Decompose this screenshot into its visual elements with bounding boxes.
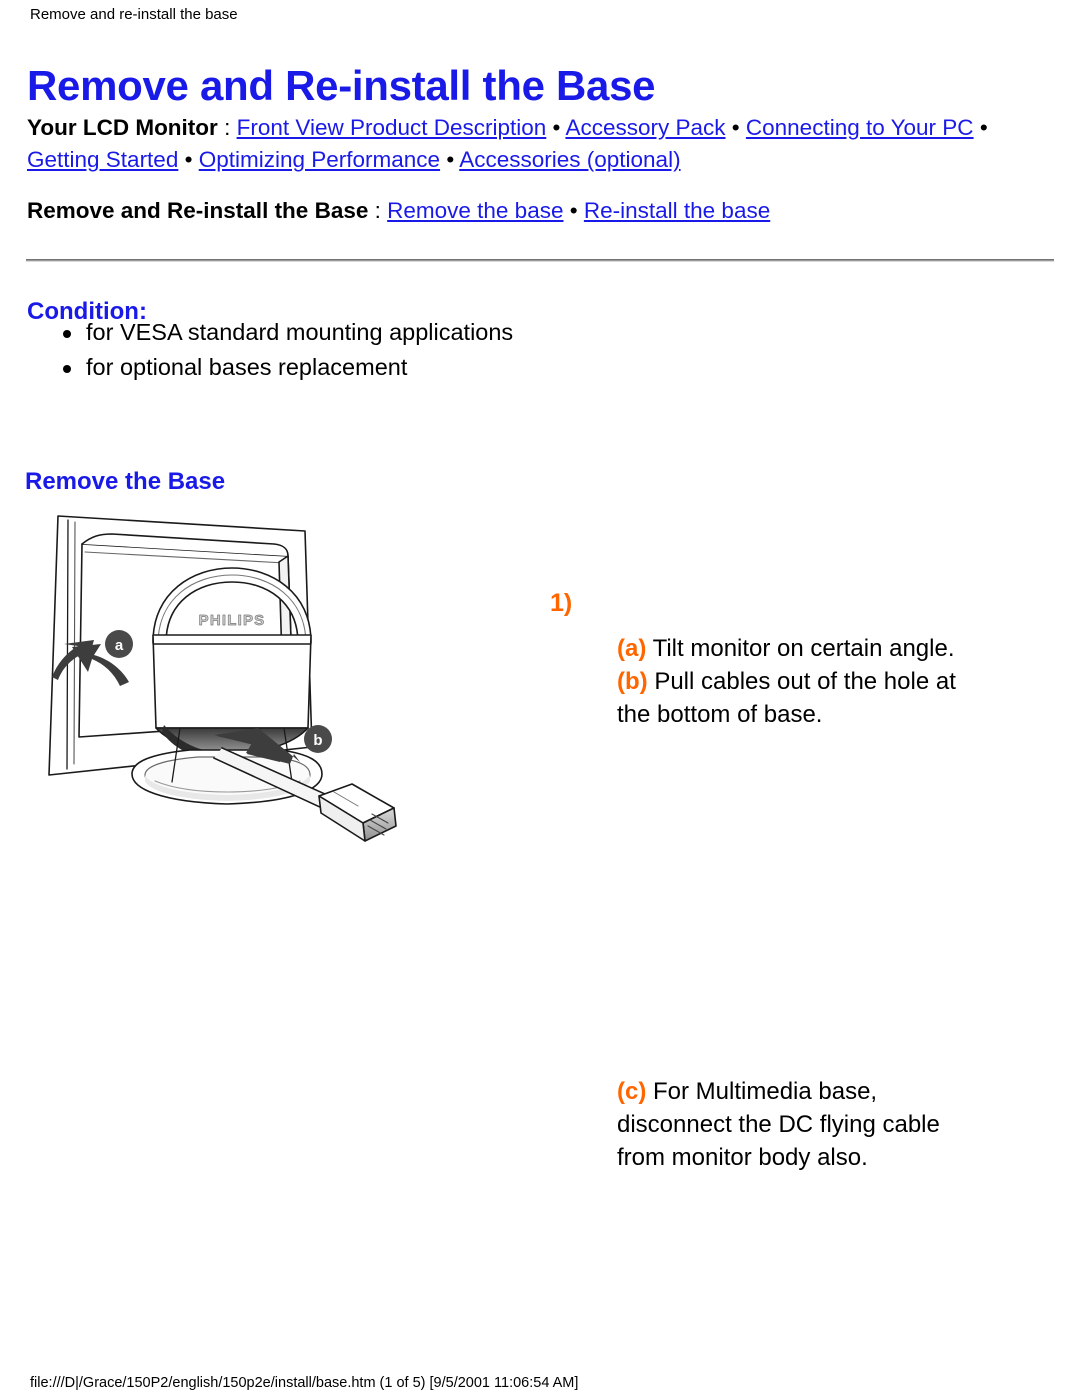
link-accessories-optional[interactable]: Accessories (optional) bbox=[459, 147, 680, 172]
breadcrumb-sep-1: • bbox=[546, 115, 566, 140]
horizontal-divider bbox=[26, 259, 1054, 262]
instruction-block-1: (a) Tilt monitor on certain angle. (b) P… bbox=[617, 632, 967, 731]
breadcrumb-base-label: Remove and Re-install the Base bbox=[27, 198, 369, 223]
list-item: for optional bases replacement bbox=[62, 351, 513, 384]
breadcrumb-sep-2: • bbox=[725, 115, 746, 140]
breadcrumb-sep-4: • bbox=[178, 147, 199, 172]
page-title: Remove and Re-install the Base bbox=[27, 62, 656, 110]
callout-b-badge: b bbox=[304, 725, 332, 753]
callout-a-badge: a bbox=[105, 630, 133, 658]
breadcrumb-sep-5: • bbox=[440, 147, 460, 172]
breadcrumb-base-colon: : bbox=[368, 198, 388, 223]
breadcrumb-monitor-label: Your LCD Monitor bbox=[27, 115, 218, 140]
link-remove-the-base[interactable]: Remove the base bbox=[387, 198, 563, 223]
step-number: 1) bbox=[550, 589, 573, 617]
link-getting-started[interactable]: Getting Started bbox=[27, 147, 178, 172]
condition-list: for VESA standard mounting applications … bbox=[62, 316, 513, 386]
step-c-text: For Multimedia base, disconnect the DC f… bbox=[617, 1078, 940, 1171]
breadcrumb-base-sep-1: • bbox=[563, 198, 584, 223]
step-b-text: Pull cables out of the hole at the botto… bbox=[617, 668, 956, 728]
step-a-label: (a) bbox=[617, 635, 647, 662]
link-front-view-product-description[interactable]: Front View Product Description bbox=[237, 115, 547, 140]
breadcrumb-colon: : bbox=[217, 115, 237, 140]
breadcrumb-monitor: Your LCD Monitor : Front View Product De… bbox=[27, 112, 1039, 176]
link-accessory-pack[interactable]: Accessory Pack bbox=[565, 115, 725, 140]
link-connecting-to-your-pc[interactable]: Connecting to Your PC bbox=[746, 115, 974, 140]
step-c-label: (c) bbox=[617, 1078, 647, 1105]
philips-brand-text: PHILIPS bbox=[199, 612, 266, 629]
monitor-base-illustration: PHILIPS a b bbox=[22, 492, 422, 852]
link-re-install-the-base[interactable]: Re-install the base bbox=[584, 198, 770, 223]
callout-b-label: b bbox=[313, 732, 322, 749]
callout-a-label: a bbox=[115, 637, 124, 654]
step-b-label: (b) bbox=[617, 668, 648, 695]
breadcrumb-sep-3: • bbox=[973, 115, 988, 140]
list-item: for VESA standard mounting applications bbox=[62, 316, 513, 349]
breadcrumb-base: Remove and Re-install the Base : Remove … bbox=[27, 195, 1039, 227]
link-optimizing-performance[interactable]: Optimizing Performance bbox=[199, 147, 440, 172]
instruction-block-2: (c) For Multimedia base, disconnect the … bbox=[617, 1075, 977, 1174]
page-header-note: Remove and re-install the base bbox=[30, 6, 238, 23]
footer-path: file:///D|/Grace/150P2/english/150p2e/in… bbox=[30, 1375, 579, 1391]
step-a-text: Tilt monitor on certain angle. bbox=[646, 635, 955, 662]
